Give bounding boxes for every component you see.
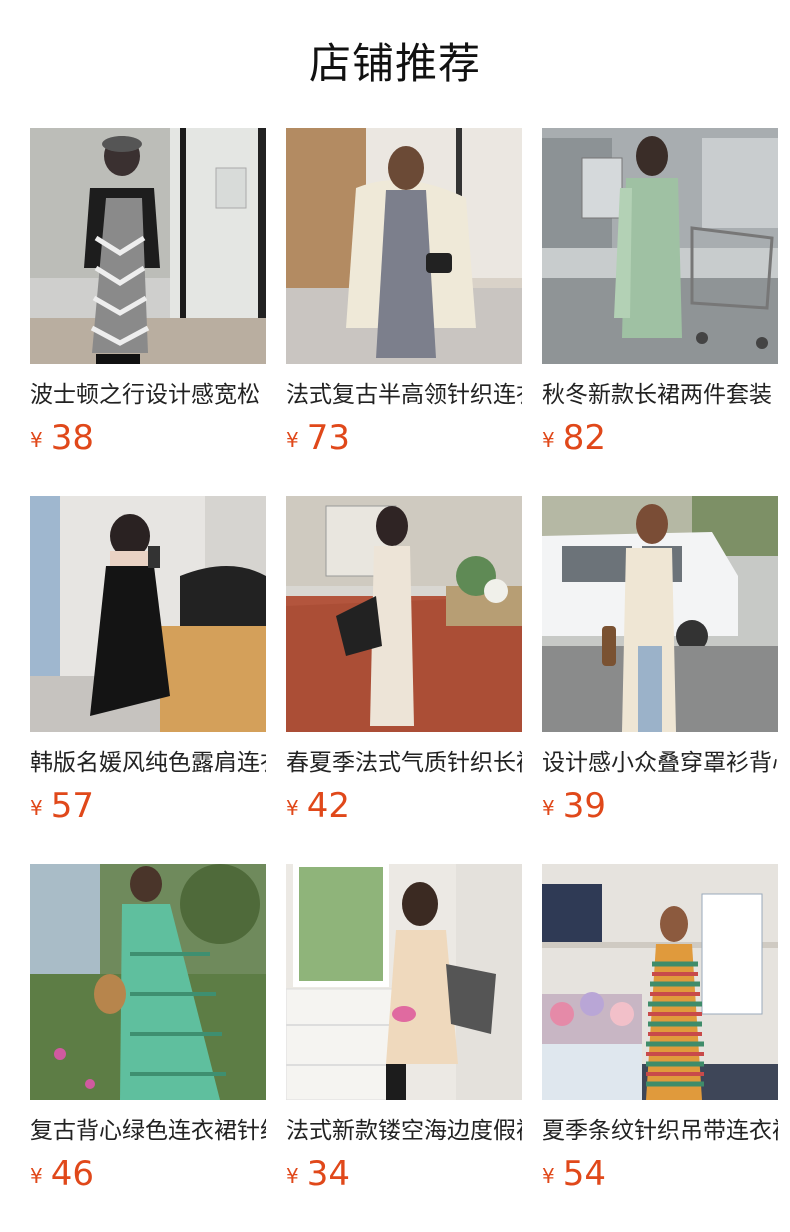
product-card[interactable]: 秋冬新款长裙两件套装 ¥82 bbox=[542, 128, 778, 496]
product-image[interactable] bbox=[542, 496, 778, 732]
price-amount: 34 bbox=[306, 1154, 350, 1194]
product-name[interactable]: 设计感小众叠穿罩衫背心 bbox=[542, 746, 778, 780]
product-card[interactable]: 法式新款镂空海边度假裙 ¥34 bbox=[286, 864, 522, 1232]
product-image[interactable] bbox=[286, 864, 522, 1100]
product-price: ¥46 bbox=[30, 1154, 266, 1194]
product-name[interactable]: 法式复古半高领针织连衣裙 bbox=[286, 378, 522, 412]
currency-symbol: ¥ bbox=[30, 796, 43, 820]
product-image[interactable] bbox=[30, 128, 266, 364]
recommend-page: 店铺推荐 波士顿之行设计感宽松 ¥ 38 法式复古半高领针织连 ¥ 73 秋冬新… bbox=[0, 0, 790, 1232]
product-price: ¥73 bbox=[286, 418, 522, 458]
product-image[interactable] bbox=[286, 496, 522, 732]
price-amount: 54 bbox=[562, 1154, 606, 1194]
product-card[interactable]: 韩版名媛风纯色露肩连衣裙 ¥57 bbox=[30, 496, 266, 864]
product-price: ¥54 bbox=[542, 1154, 778, 1194]
price-amount: 46 bbox=[50, 1154, 94, 1194]
product-price: ¥39 bbox=[542, 786, 778, 826]
product-name[interactable]: 法式新款镂空海边度假裙 bbox=[286, 1114, 522, 1148]
price-amount: 82 bbox=[562, 418, 606, 458]
product-card[interactable]: 法式复古半高领针织连衣裙 ¥73 bbox=[286, 128, 522, 496]
product-card[interactable]: 夏季条纹针织吊带连衣裙 ¥54 bbox=[542, 864, 778, 1232]
product-card[interactable]: 设计感小众叠穿罩衫背心 ¥39 bbox=[542, 496, 778, 864]
currency-symbol: ¥ bbox=[30, 1164, 43, 1188]
product-card[interactable]: 春夏季法式气质针织长裙 ¥42 bbox=[286, 496, 522, 864]
currency-symbol: ¥ bbox=[286, 1164, 299, 1188]
product-grid: 波士顿之行设计感宽松 ¥38 法式复古半高领针织连 ¥ 73 秋冬新款长裙两件套… bbox=[30, 128, 780, 1232]
page-title: 店铺推荐 bbox=[308, 39, 481, 88]
product-card[interactable]: 复古背心绿色连衣裙针织 ¥46 bbox=[30, 864, 266, 1232]
product-price: ¥34 bbox=[286, 1154, 522, 1194]
product-name[interactable]: 复古背心绿色连衣裙针织 bbox=[30, 1114, 266, 1148]
price-amount: 42 bbox=[306, 786, 350, 826]
price-amount: 39 bbox=[562, 786, 606, 826]
currency-symbol: ¥ bbox=[30, 428, 43, 452]
currency-symbol: ¥ bbox=[286, 796, 299, 820]
product-image[interactable] bbox=[30, 864, 266, 1100]
product-image[interactable] bbox=[30, 496, 266, 732]
product-name[interactable]: 秋冬新款长裙两件套装 bbox=[542, 378, 778, 412]
product-price: ¥42 bbox=[286, 786, 522, 826]
product-price: ¥38 bbox=[30, 418, 266, 458]
product-price: ¥82 bbox=[542, 418, 778, 458]
product-image[interactable] bbox=[286, 128, 522, 364]
price-amount: 73 bbox=[306, 418, 350, 458]
product-name[interactable]: 波士顿之行设计感宽松 bbox=[30, 378, 266, 412]
product-image[interactable] bbox=[542, 128, 778, 364]
product-card[interactable]: 波士顿之行设计感宽松 ¥38 bbox=[30, 128, 266, 496]
price-amount: 38 bbox=[50, 418, 94, 458]
currency-symbol: ¥ bbox=[286, 428, 299, 452]
product-name[interactable]: 春夏季法式气质针织长裙 bbox=[286, 746, 522, 780]
product-name[interactable]: 韩版名媛风纯色露肩连衣裙 bbox=[30, 746, 266, 780]
price-amount: 57 bbox=[50, 786, 94, 826]
currency-symbol: ¥ bbox=[542, 1164, 555, 1188]
currency-symbol: ¥ bbox=[542, 428, 555, 452]
product-image[interactable] bbox=[542, 864, 778, 1100]
product-price: ¥57 bbox=[30, 786, 266, 826]
currency-symbol: ¥ bbox=[542, 796, 555, 820]
product-name[interactable]: 夏季条纹针织吊带连衣裙 bbox=[542, 1114, 778, 1148]
